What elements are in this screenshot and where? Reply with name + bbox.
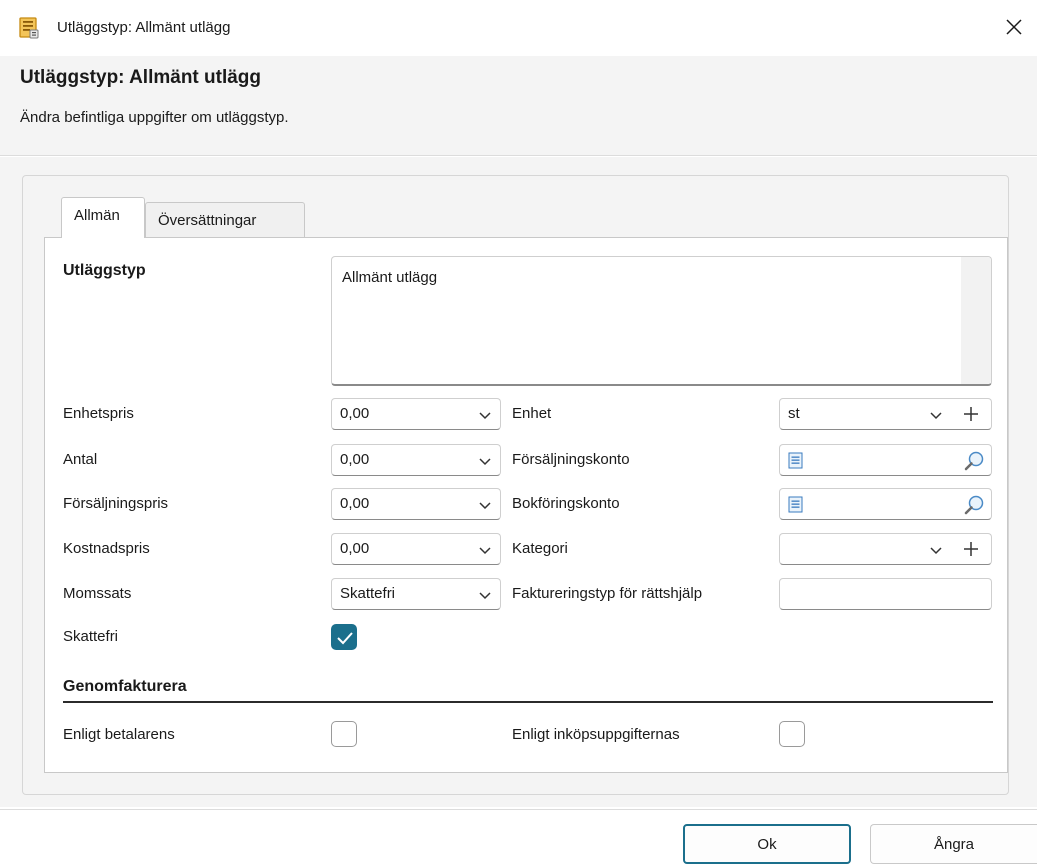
bokforingskonto-label: Bokföringskonto [512, 495, 620, 512]
dialog-header: Utläggstyp: Allmänt utlägg Ändra befintl… [0, 56, 1037, 156]
close-icon [1006, 19, 1022, 39]
utlaggstyp-label: Utläggstyp [63, 262, 146, 279]
plus-icon[interactable] [963, 541, 979, 557]
plus-icon[interactable] [963, 406, 979, 422]
enhet-combo[interactable]: st [779, 398, 992, 430]
skattefri-label: Skattefri [63, 628, 119, 645]
kategori-label: Kategori [512, 540, 568, 557]
document-icon [788, 452, 803, 469]
antal-label: Antal [63, 451, 98, 468]
enhet-label: Enhet [512, 405, 552, 422]
chevron-down-icon[interactable] [478, 454, 492, 468]
close-button[interactable] [991, 8, 1037, 50]
section-divider [63, 701, 993, 703]
cancel-button[interactable]: Ångra [870, 824, 1037, 864]
forsaljningspris-label: Försäljningspris [63, 495, 169, 512]
bokforingskonto-lookup[interactable] [779, 488, 992, 520]
chevron-down-icon[interactable] [478, 543, 492, 557]
utlaggstyp-value: Allmänt utlägg [342, 269, 438, 286]
enligt-inkopsuppgifternas-checkbox[interactable] [779, 721, 805, 747]
kostnadspris-combo[interactable]: 0,00 [331, 533, 501, 565]
forsaljningspris-value: 0,00 [340, 495, 370, 512]
checkmark-icon [337, 632, 353, 645]
kostnadspris-label: Kostnadspris [63, 540, 150, 557]
textarea-scrollbar[interactable] [961, 257, 991, 384]
antal-combo[interactable]: 0,00 [331, 444, 501, 476]
page-title: Utläggstyp: Allmänt utlägg [20, 67, 262, 88]
chevron-down-icon[interactable] [478, 408, 492, 422]
faktureringstyp-input[interactable] [779, 578, 992, 610]
tab-allman[interactable]: Allmän [61, 197, 145, 238]
ok-button[interactable]: Ok [683, 824, 851, 864]
kostnadspris-value: 0,00 [340, 540, 370, 557]
kategori-combo[interactable] [779, 533, 992, 565]
document-icon [788, 496, 803, 513]
chevron-down-icon[interactable] [478, 498, 492, 512]
skattefri-checkbox[interactable] [331, 624, 357, 650]
enligt-inkopsuppgifternas-label: Enligt inköpsuppgifternas [512, 726, 680, 743]
forsaljningspris-combo[interactable]: 0,00 [331, 488, 501, 520]
enligt-betalarens-label: Enligt betalarens [63, 726, 175, 743]
window-title: Utläggstyp: Allmänt utlägg [57, 19, 231, 36]
dialog-footer: Ok Ångra [0, 809, 1037, 868]
chevron-down-icon[interactable] [929, 408, 943, 422]
enhetspris-value: 0,00 [340, 405, 370, 422]
chevron-down-icon[interactable] [929, 543, 943, 557]
page-subtitle: Ändra befintliga uppgifter om utläggstyp… [20, 109, 289, 126]
momssats-label: Momssats [63, 585, 132, 602]
utlaggstyp-textarea[interactable]: Allmänt utlägg [331, 256, 992, 386]
tab-oversattningar[interactable]: Översättningar [145, 202, 305, 238]
expense-type-icon [18, 17, 40, 39]
enhetspris-combo[interactable]: 0,00 [331, 398, 501, 430]
window-titlebar: Utläggstyp: Allmänt utlägg [0, 0, 1037, 56]
enligt-betalarens-checkbox[interactable] [331, 721, 357, 747]
momssats-value: Skattefri [340, 585, 396, 602]
antal-value: 0,00 [340, 451, 370, 468]
enhetspris-label: Enhetspris [63, 405, 134, 422]
search-icon[interactable] [963, 450, 985, 472]
search-icon[interactable] [963, 494, 985, 516]
forsaljningskonto-label: Försäljningskonto [512, 451, 630, 468]
chevron-down-icon[interactable] [478, 588, 492, 602]
genomfakturera-title: Genomfakturera [63, 678, 187, 695]
momssats-combo[interactable]: Skattefri [331, 578, 501, 610]
faktureringstyp-label: Faktureringstyp för rättshjälp [512, 585, 703, 602]
enhet-value: st [788, 405, 800, 422]
forsaljningskonto-lookup[interactable] [779, 444, 992, 476]
